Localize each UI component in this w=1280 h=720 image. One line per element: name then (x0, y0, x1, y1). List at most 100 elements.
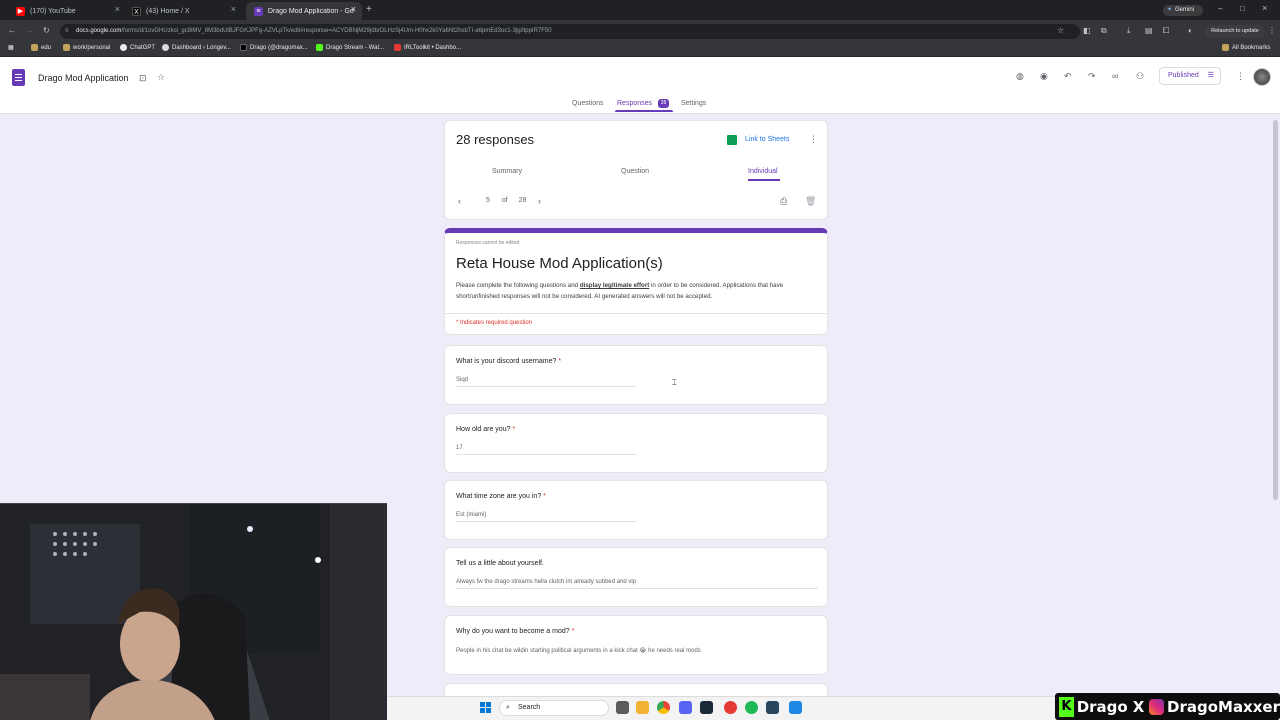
active-tab-indicator (615, 110, 673, 112)
page-scrollbar[interactable] (1273, 120, 1278, 500)
bookmark-label: Dashboard ‹ Longev... (172, 44, 231, 51)
mouse-cursor-icon: ⌶ (672, 378, 677, 387)
calculator-icon[interactable] (789, 701, 802, 714)
tab-questions[interactable]: Questions (572, 100, 604, 107)
extension2-icon[interactable]: ⧉ (1101, 26, 1107, 36)
bookmark-drago-x[interactable]: Drago (@dragomax... (240, 44, 308, 51)
maximize-icon[interactable]: □ (1240, 4, 1245, 13)
search-label: Search (518, 704, 541, 711)
tab-drago-mod-application[interactable]: ≡ Drago Mod Application - Goo × (246, 2, 362, 20)
undo-icon[interactable]: ↶ (1064, 71, 1072, 82)
back-icon[interactable]: ← (8, 26, 16, 35)
next-response-icon[interactable]: › (538, 196, 541, 206)
gemini-label: Gemini (1175, 7, 1195, 13)
irltoolkit-icon (394, 44, 401, 51)
form-description: Please complete the following questions … (456, 280, 818, 302)
question-title: Why do you want to become a mod? * (456, 628, 574, 635)
form-heading: Reta House Mod Application(s) (456, 255, 663, 272)
more-options-icon[interactable]: ⋮ (809, 134, 818, 145)
answer-underline (456, 454, 636, 455)
extensions-puzzle-icon[interactable]: ⧠ (1163, 26, 1169, 36)
subtab-question[interactable]: Question (621, 168, 649, 175)
tab-youtube[interactable]: ▶ (170) YouTube × (8, 2, 126, 20)
windows-start-icon[interactable] (480, 702, 491, 713)
relaunch-button[interactable]: Relaunch to update (1205, 25, 1265, 38)
bookmark-label: work/personal (73, 44, 111, 51)
all-bookmarks[interactable]: All Bookmarks (1222, 44, 1270, 51)
forward-icon[interactable]: → (26, 26, 34, 35)
window-close-icon[interactable]: × (1262, 3, 1267, 13)
redo-icon[interactable]: ↷ (1088, 71, 1096, 82)
task-view-icon[interactable] (616, 701, 629, 714)
link-to-sheets-button[interactable]: Link to Sheets (745, 136, 789, 143)
current-response-number[interactable]: 5 (486, 197, 490, 204)
google-forms-icon[interactable] (12, 69, 25, 86)
question-text: Tell us a little about yourself. (456, 560, 544, 567)
previous-response-icon[interactable]: ‹ (458, 196, 461, 206)
chrome-icon[interactable] (657, 701, 670, 714)
url-bar[interactable]: ≡ docs.google.com/forms/d/1ovGHUzksl_gc8i… (60, 24, 1080, 39)
apps-grid-icon[interactable]: ▦ (8, 44, 14, 51)
move-folder-icon[interactable]: ⊡ (139, 73, 147, 84)
avatar[interactable] (1253, 68, 1271, 86)
more-vert-icon[interactable]: ⋮ (1236, 71, 1245, 82)
bookmark-edu[interactable]: edu (31, 44, 51, 51)
close-icon[interactable]: × (115, 4, 120, 14)
question-card (444, 547, 828, 607)
question-title: How old are you? * (456, 426, 515, 433)
tab-responses[interactable]: Responses (617, 100, 652, 107)
bookmark-star-icon[interactable]: ☆ (1057, 26, 1064, 35)
sheets-icon[interactable] (727, 135, 737, 145)
sidepanel-icon[interactable]: ◐ (1188, 26, 1193, 35)
published-button[interactable]: Published ☰ (1159, 67, 1221, 85)
webcam-overlay (0, 503, 387, 720)
print-icon[interactable]: ⎙ (780, 196, 787, 207)
site-info-icon[interactable]: ≡ (65, 24, 69, 39)
bookmark-drago-stream[interactable]: Drago Stream - Wat... (316, 44, 384, 51)
palette-icon[interactable]: ◍ (1016, 71, 1024, 82)
file-explorer-icon[interactable] (636, 701, 649, 714)
new-tab-button[interactable]: + (366, 4, 372, 15)
question-title: Tell us a little about yourself. (456, 560, 544, 567)
bookmark-chatgpt[interactable]: ChatGPT (120, 44, 155, 51)
tab-settings[interactable]: Settings (681, 100, 706, 107)
discord-icon[interactable] (679, 701, 692, 714)
question-title: What is your discord username? * (456, 358, 561, 365)
folder-icon (63, 44, 70, 51)
star-icon[interactable]: ☆ (157, 72, 165, 83)
media-icon[interactable]: ▤ (1145, 26, 1153, 35)
answer-underline (456, 521, 636, 522)
subtab-individual[interactable]: Individual (748, 168, 778, 175)
link-icon[interactable]: ∞ (1112, 71, 1118, 81)
extension-icon[interactable]: ◧ (1083, 26, 1091, 35)
required-note: * Indicates required question (456, 320, 533, 326)
bookmark-dashboard[interactable]: Dashboard ‹ Longev... (162, 44, 231, 51)
tab-x-home[interactable]: X (43) Home / X × (124, 2, 242, 20)
subtab-summary[interactable]: Summary (492, 168, 522, 175)
question-text: What time zone are you in? (456, 493, 542, 500)
add-collaborator-icon[interactable]: ⚇ (1136, 71, 1144, 82)
gemini-button[interactable]: ✦ Gemini (1163, 5, 1203, 16)
bookmark-label: IRLToolkit • Dashbo... (404, 44, 462, 51)
minimize-icon[interactable]: – (1218, 4, 1222, 13)
required-star: * (558, 358, 562, 365)
folder-icon (1222, 44, 1229, 51)
download-icon[interactable]: ⤓ (1127, 26, 1131, 36)
taskbar-search[interactable]: ⌕ Search (499, 700, 609, 716)
preview-eye-icon[interactable]: ◉ (1040, 71, 1048, 82)
webcam-image (0, 504, 387, 720)
required-star: * (543, 493, 546, 500)
close-icon[interactable]: × (231, 4, 236, 14)
reload-icon[interactable]: ↻ (43, 26, 50, 35)
bookmark-work-personal[interactable]: work/personal (63, 44, 110, 51)
steam-icon[interactable] (700, 701, 713, 714)
form-title[interactable]: Drago Mod Application (38, 73, 129, 83)
app-icon[interactable] (724, 701, 737, 714)
chrome-menu-icon[interactable]: ⋮ (1268, 26, 1276, 35)
close-icon[interactable]: × (351, 4, 356, 14)
steam2-icon[interactable] (766, 701, 779, 714)
spotify-icon[interactable] (745, 701, 758, 714)
search-icon: ⌕ (506, 704, 510, 711)
delete-icon[interactable]: 🗑 (805, 196, 816, 207)
bookmark-irltoolkit[interactable]: IRLToolkit • Dashbo... (394, 44, 461, 51)
